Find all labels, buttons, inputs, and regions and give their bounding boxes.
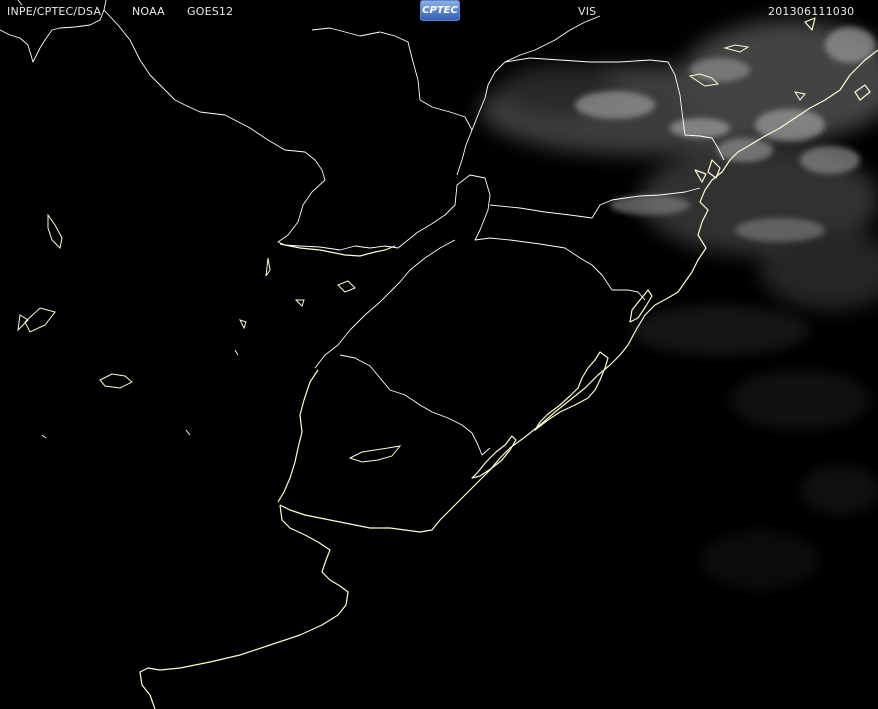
source-label: NOAA — [132, 5, 165, 18]
satellite-label: GOES12 — [187, 5, 234, 18]
cloud-cover — [480, 20, 878, 590]
satellite-map — [0, 0, 878, 709]
channel-label: VIS — [578, 5, 597, 18]
timestamp-label: 201306111030 — [768, 5, 855, 18]
cptec-logo: CPTEC — [420, 0, 460, 21]
agency-label: INPE/CPTEC/DSA — [7, 5, 102, 18]
